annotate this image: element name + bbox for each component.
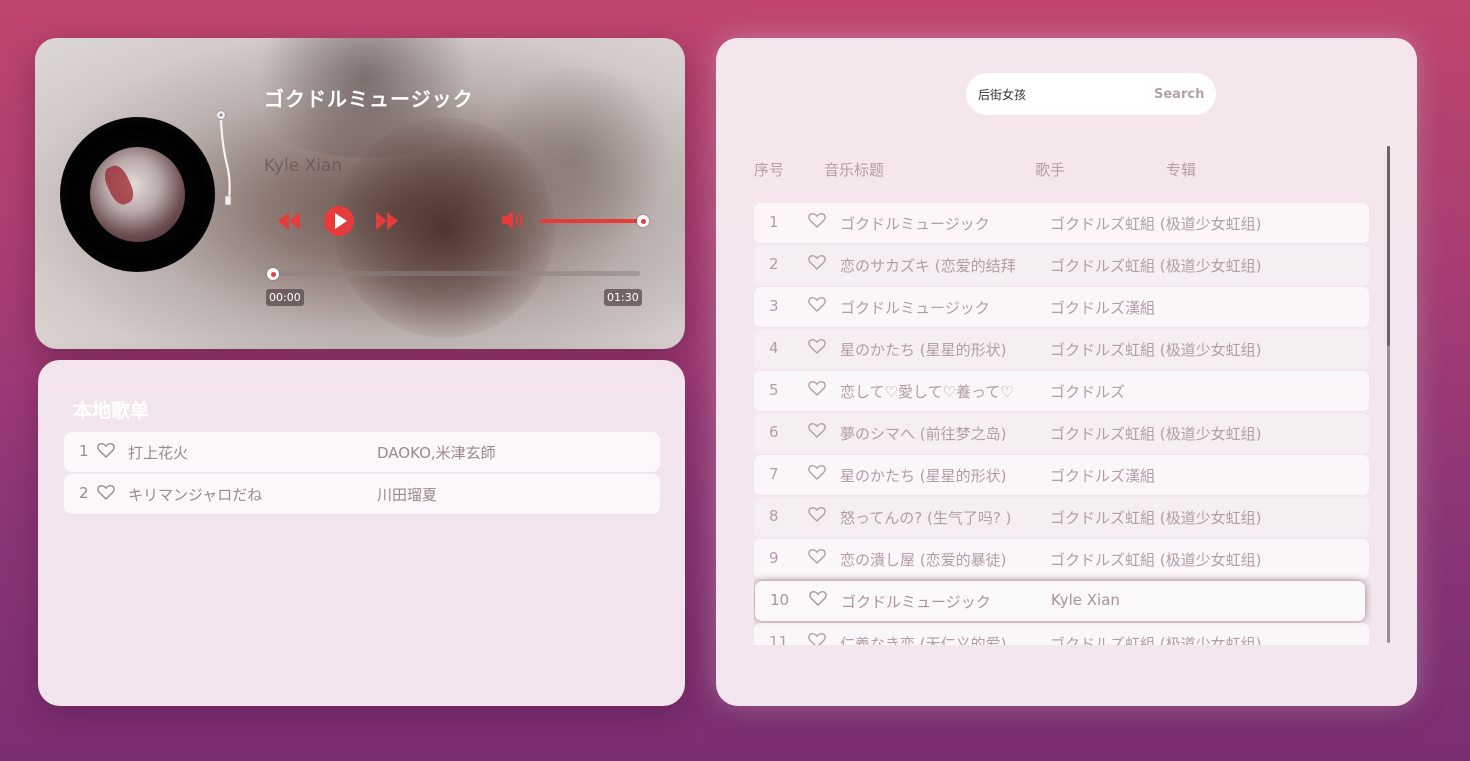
column-header-album: 专辑 [1166,161,1197,179]
singer-cell: ゴクドルズ虹組 (极道少女虹组) [1050,341,1262,359]
search-panel: Search 序号 音乐标题 歌手 专辑 1ゴクドルミュージックゴクドルズ虹組 … [716,38,1417,706]
heart-icon[interactable] [808,338,826,355]
local-playlist-title: 本地歌单 [73,400,150,422]
next-button[interactable] [373,204,401,238]
item-number: 1 [79,442,89,460]
progress-bar[interactable] [273,271,640,276]
song-title-cell: 星のかたち (星星的形状) [840,341,1007,359]
item-number: 2 [79,484,89,502]
table-row[interactable]: 9 恋の潰し屋 (恋爱的暴徒) ゴクドルズ虹組 (极道少女虹组) [754,539,1369,579]
row-number: 4 [769,339,779,357]
artist-name: Kyle Xian [264,156,343,176]
singer-cell: ゴクドルズ虹組 (极道少女虹组) [1050,425,1262,443]
row-number: 2 [769,255,779,273]
column-header-number: 序号 [754,161,785,179]
list-item[interactable]: 2 キリマンジャロだね 川田瑠夏 [64,474,660,514]
local-playlist-panel: 本地歌单 1 打上花火 DAOKO,米津玄師 2 キリマンジャロだね 川田瑠夏 [38,360,685,706]
row-number: 6 [769,423,779,441]
song-title-cell: ゴクドルミュージック [840,299,990,317]
row-number: 1 [769,213,779,231]
song-title-cell: 恋の潰し屋 (恋爱的暴徒) [840,551,1007,569]
song-title-cell: ゴクドルミュージック [841,593,991,611]
table-row[interactable]: 5 恋して♡愛して♡養って♡ ゴクドルズ [754,371,1369,411]
table-row[interactable]: 7 星のかたち (星星的形状) ゴクドルズ漢組 [754,455,1369,495]
table-row[interactable]: 1 ゴクドルミュージック ゴクドルズ虹組 (极道少女虹组) [754,203,1369,243]
heart-icon[interactable] [808,422,826,439]
heart-icon[interactable] [97,442,115,459]
vinyl-record [60,117,215,272]
song-title-cell: 恋して♡愛して♡養って♡ [840,383,1014,401]
play-icon [324,206,354,236]
table-row[interactable]: 2 恋のサカズキ (恋爱的结拜 ゴクドルズ虹組 (极道少女虹组) [754,245,1369,285]
rewind-icon [278,212,300,230]
fast-forward-icon [376,212,398,230]
heart-icon[interactable] [808,212,826,229]
volume-slider-track[interactable] [540,219,645,223]
row-number: 9 [769,549,779,567]
table-row[interactable]: 3 ゴクドルミュージック ゴクドルズ漢組 [754,287,1369,327]
song-title-cell: 夢のシマへ (前往梦之岛) [840,425,1007,443]
album-cover [90,147,185,242]
singer-cell: ゴクドルズ [1050,383,1126,401]
heart-icon[interactable] [808,254,826,271]
heart-icon[interactable] [808,296,826,313]
singer-cell: Kyle Xian [1051,591,1120,609]
tonearm-icon [217,110,232,206]
heart-icon[interactable] [808,506,826,523]
row-number: 8 [769,507,779,525]
song-title-cell: 恋のサカズキ (恋爱的结拜 [840,257,1016,275]
singer-cell: ゴクドルズ虹組 (极道少女虹组) [1050,551,1262,569]
list-item[interactable]: 1 打上花火 DAOKO,米津玄師 [64,432,660,472]
current-time: 00:00 [266,289,304,306]
singer-cell: ゴクドルズ虹組 (极道少女虹组) [1050,635,1262,645]
row-number: 3 [769,297,779,315]
row-number: 7 [769,465,779,483]
song-title-cell: 星のかたち (星星的形状) [840,467,1007,485]
heart-icon[interactable] [808,632,826,645]
progress-handle[interactable] [267,268,279,280]
singer-name: DAOKO,米津玄師 [377,444,496,462]
table-row[interactable]: 6 夢のシマへ (前往梦之岛) ゴクドルズ虹組 (极道少女虹组) [754,413,1369,453]
player-card: ゴクドルミュージック Kyle Xian 00:00 01:30 [35,38,685,349]
heart-icon[interactable] [808,464,826,481]
column-header-title: 音乐标题 [824,161,885,179]
heart-icon[interactable] [808,548,826,565]
song-title-cell: ゴクドルミュージック [840,215,990,233]
table-row[interactable]: 4 星のかたち (星星的形状) ゴクドルズ虹組 (极道少女虹组) [754,329,1369,369]
singer-cell: ゴクドルズ漢組 [1050,467,1156,485]
table-row[interactable]: 11 仁義なき恋 (无仁义的爱) ゴクドルズ虹組 (极道少女虹组) [754,623,1369,645]
scrollbar-thumb[interactable] [1387,146,1390,346]
singer-name: 川田瑠夏 [377,486,438,504]
singer-cell: ゴクドルズ虹組 (极道少女虹组) [1050,215,1262,233]
previous-button[interactable] [275,204,303,238]
song-title-cell: 仁義なき恋 (无仁义的爱) [840,635,1007,645]
song-name: 打上花火 [128,444,189,462]
volume-slider-handle[interactable] [637,215,649,227]
singer-cell: ゴクドルズ虹組 (极道少女虹组) [1050,257,1262,275]
search-result-list[interactable]: 1 ゴクドルミュージック ゴクドルズ虹組 (极道少女虹组) 2 恋のサカズキ (恋爱的结… [754,203,1374,645]
total-time: 01:30 [604,289,642,306]
column-header-singer: 歌手 [1035,161,1066,179]
song-title-cell: 怒ってんの? (生气了吗? ) [840,509,1012,527]
table-row[interactable]: 10 ゴクドルミュージック Kyle Xian [755,581,1365,621]
heart-icon[interactable] [809,590,827,607]
heart-icon[interactable] [97,484,115,501]
search-input[interactable] [978,84,1138,104]
song-name: キリマンジャロだね [128,486,263,504]
search-button[interactable]: Search [1154,87,1204,102]
row-number: 5 [769,381,779,399]
volume-icon[interactable] [500,208,526,232]
row-number: 10 [770,591,790,609]
heart-icon[interactable] [808,380,826,397]
table-row[interactable]: 8 怒ってんの? (生气了吗? ) ゴクドルズ虹組 (极道少女虹组) [754,497,1369,537]
play-button[interactable] [322,204,356,238]
row-number: 11 [769,633,789,645]
singer-cell: ゴクドルズ虹組 (极道少女虹组) [1050,509,1262,527]
song-title: ゴクドルミュージック [264,87,474,111]
singer-cell: ゴクドルズ漢組 [1050,299,1156,317]
